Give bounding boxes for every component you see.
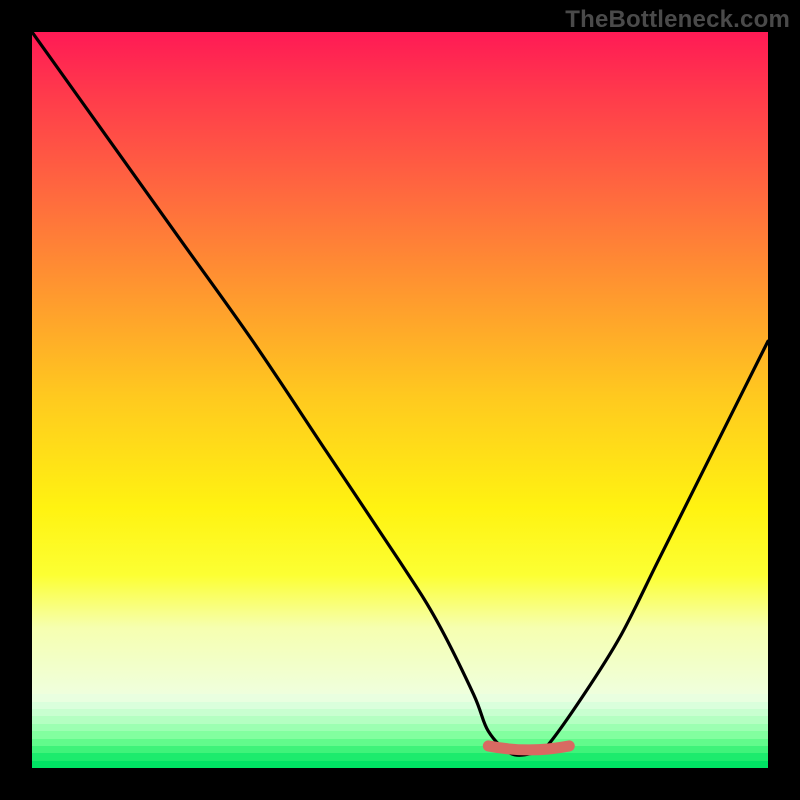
bottleneck-curve [32,32,768,755]
chart-frame: TheBottleneck.com [0,0,800,800]
plot-area [32,32,768,768]
watermark-text: TheBottleneck.com [565,6,790,34]
curve-layer [32,32,768,768]
sweet-spot-marker [488,746,569,750]
